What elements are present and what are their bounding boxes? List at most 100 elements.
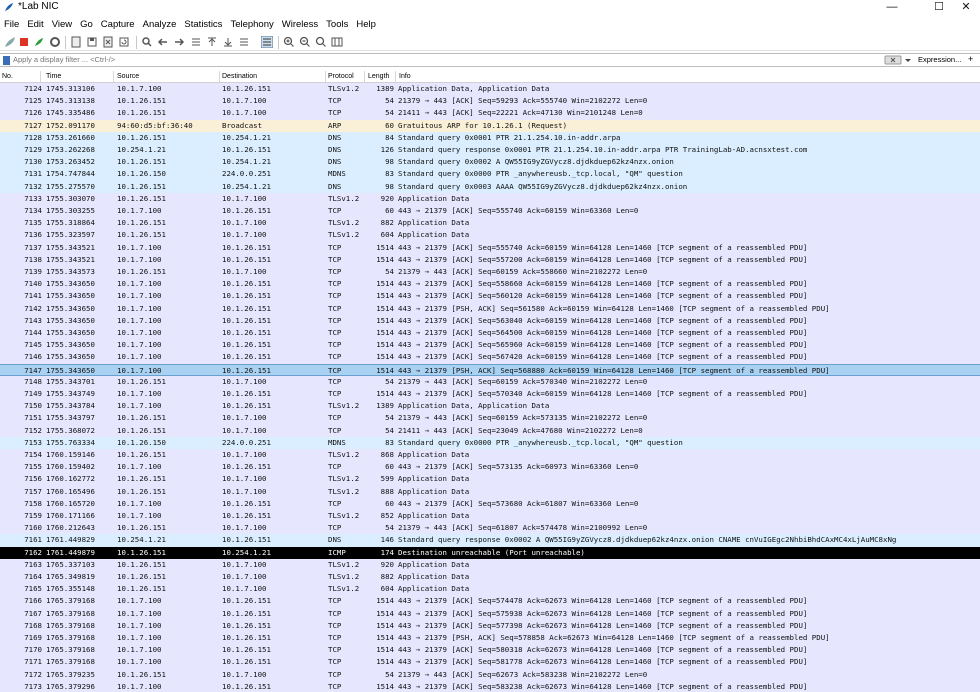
packet-row[interactable]: 7170 1765.379168 10.1.7.100 10.1.26.151 TCP 1… bbox=[0, 644, 980, 657]
go-first-icon[interactable] bbox=[206, 36, 218, 48]
go-to-packet-icon[interactable] bbox=[190, 36, 202, 48]
packet-row[interactable]: 7131 1754.747844 10.1.26.150 224.0.0.251 MDN… bbox=[0, 168, 980, 181]
packet-row[interactable]: 7134 1755.303255 10.1.7.100 10.1.26.151 TCP 6… bbox=[0, 205, 980, 218]
menu-help[interactable]: Help bbox=[352, 17, 380, 33]
display-filter-input[interactable] bbox=[13, 54, 883, 66]
menu-statistics[interactable]: Statistics bbox=[180, 17, 226, 33]
close-button[interactable]: ✕ bbox=[953, 0, 979, 15]
packet-row[interactable]: 7135 1755.318864 10.1.26.151 10.1.7.100 TLSv… bbox=[0, 217, 980, 230]
packet-row[interactable]: 7166 1765.379168 10.1.7.100 10.1.26.151 TCP 1… bbox=[0, 595, 980, 608]
minimize-button[interactable]: — bbox=[879, 0, 905, 15]
packet-row[interactable]: 7161 1761.449829 10.254.1.21 10.1.26.151 DNS… bbox=[0, 534, 980, 547]
packet-row[interactable]: 7138 1755.343521 10.1.7.100 10.1.26.151 TCP 1… bbox=[0, 253, 980, 266]
zoom-in-icon[interactable] bbox=[283, 36, 295, 48]
packet-row[interactable]: 7168 1765.379168 10.1.7.100 10.1.26.151 TCP 1… bbox=[0, 619, 980, 632]
packet-row[interactable]: 7137 1755.343521 10.1.7.100 10.1.26.151 TCP 1… bbox=[0, 241, 980, 254]
packet-row[interactable]: 7149 1755.343749 10.1.7.100 10.1.26.151 TCP 1… bbox=[0, 388, 980, 401]
packet-row[interactable]: 7151 1755.343797 10.1.26.151 10.1.7.100 TCP 5… bbox=[0, 412, 980, 425]
packet-row[interactable]: 7142 1755.343650 10.1.7.100 10.1.26.151 TCP 1… bbox=[0, 302, 980, 315]
packet-row[interactable]: 7172 1765.379235 10.1.26.151 10.1.7.100 TCP 5… bbox=[0, 668, 980, 681]
menu-go[interactable]: Go bbox=[76, 17, 97, 33]
packet-row[interactable]: 7145 1755.343650 10.1.7.100 10.1.26.151 TCP 1… bbox=[0, 339, 980, 352]
packet-row[interactable]: 7171 1765.379168 10.1.7.100 10.1.26.151 TCP 1… bbox=[0, 656, 980, 669]
zoom-normal-icon[interactable] bbox=[315, 36, 327, 48]
packet-row[interactable]: 7167 1765.379168 10.1.7.100 10.1.26.151 TCP 1… bbox=[0, 607, 980, 620]
go-last-icon[interactable] bbox=[222, 36, 234, 48]
column-info[interactable]: Info bbox=[399, 72, 411, 81]
zoom-out-icon[interactable] bbox=[299, 36, 311, 48]
menu-analyze[interactable]: Analyze bbox=[139, 17, 181, 33]
packet-row[interactable]: 7155 1760.159402 10.1.7.100 10.1.26.151 TCP 6… bbox=[0, 461, 980, 474]
autoscroll-icon[interactable] bbox=[238, 36, 250, 48]
packet-row[interactable]: 7148 1755.343701 10.1.26.151 10.1.7.100 TCP 5… bbox=[0, 375, 980, 388]
reload-icon[interactable] bbox=[118, 36, 130, 48]
packet-row[interactable]: 7124 1745.313106 10.1.7.100 10.1.26.151 TLSv… bbox=[0, 83, 980, 96]
restart-icon[interactable] bbox=[33, 36, 45, 48]
clear-filter-icon[interactable] bbox=[884, 55, 902, 65]
packet-row[interactable]: 7146 1755.343650 10.1.7.100 10.1.26.151 TCP 1… bbox=[0, 351, 980, 364]
packet-row[interactable]: 7153 1755.763334 10.1.26.150 224.0.0.251 MDN… bbox=[0, 436, 980, 449]
packet-row[interactable]: 7144 1755.343650 10.1.7.100 10.1.26.151 TCP 1… bbox=[0, 327, 980, 340]
open-file-icon[interactable] bbox=[70, 36, 82, 48]
packet-row[interactable]: 7150 1755.343784 10.1.7.100 10.1.26.151 TLSv… bbox=[0, 400, 980, 413]
find-icon[interactable] bbox=[141, 36, 153, 48]
packet-row[interactable]: 7130 1753.263452 10.1.26.151 10.254.1.21 DNS… bbox=[0, 156, 980, 169]
column-protocol[interactable]: Protocol bbox=[328, 72, 354, 81]
packet-row[interactable]: 7152 1755.368072 10.1.26.151 10.1.7.100 TCP 5… bbox=[0, 424, 980, 437]
expression-button[interactable]: Expression... bbox=[918, 54, 961, 66]
menu-file[interactable]: File bbox=[0, 17, 23, 33]
packet-row[interactable]: 7157 1760.165496 10.1.26.151 10.1.7.100 TLSv… bbox=[0, 485, 980, 498]
column-length[interactable]: Length bbox=[368, 72, 389, 81]
save-file-icon[interactable] bbox=[86, 36, 98, 48]
column-destination[interactable]: Destination bbox=[222, 72, 257, 81]
packet-row[interactable]: 7136 1755.323597 10.1.26.151 10.1.7.100 TLSv… bbox=[0, 229, 980, 242]
packet-row[interactable]: 7143 1755.343650 10.1.7.100 10.1.26.151 TCP 1… bbox=[0, 314, 980, 327]
packet-row[interactable]: 7126 1745.335486 10.1.26.151 10.1.7.100 TCP 5… bbox=[0, 107, 980, 120]
maximize-button[interactable]: ☐ bbox=[926, 0, 952, 15]
packet-row[interactable]: 7132 1755.275570 10.1.26.151 10.254.1.21 DNS… bbox=[0, 180, 980, 193]
packet-row[interactable]: 7156 1760.162772 10.1.26.151 10.1.7.100 TLSv… bbox=[0, 473, 980, 486]
column-time[interactable]: Time bbox=[46, 72, 61, 81]
packet-row[interactable]: 7164 1765.349819 10.1.26.151 10.1.7.100 TLSv… bbox=[0, 571, 980, 584]
menu-view[interactable]: View bbox=[48, 17, 76, 33]
packet-row[interactable]: 7139 1755.343573 10.1.26.151 10.1.7.100 TCP 5… bbox=[0, 266, 980, 279]
packet-row[interactable]: 7125 1745.313138 10.1.26.151 10.1.7.100 TCP 5… bbox=[0, 95, 980, 108]
packet-row[interactable]: 7141 1755.343650 10.1.7.100 10.1.26.151 TCP 1… bbox=[0, 290, 980, 303]
packet-row[interactable]: 7158 1760.165720 10.1.7.100 10.1.26.151 TCP 6… bbox=[0, 497, 980, 510]
column-divider[interactable] bbox=[40, 71, 41, 82]
go-back-icon[interactable] bbox=[157, 36, 169, 48]
menu-capture[interactable]: Capture bbox=[97, 17, 139, 33]
packet-row[interactable]: 7133 1755.303070 10.1.26.151 10.1.7.100 TLSv… bbox=[0, 192, 980, 205]
packet-row[interactable]: 7173 1765.379296 10.1.7.100 10.1.26.151 TCP 1… bbox=[0, 680, 980, 692]
packet-row-selected[interactable]: 7147 1755.343650 10.1.7.100 10.1.26.151 TCP 1… bbox=[0, 363, 980, 376]
packet-row[interactable]: 7165 1765.355148 10.1.26.151 10.1.7.100 TLSv… bbox=[0, 583, 980, 596]
resize-columns-icon[interactable] bbox=[331, 36, 343, 48]
close-file-icon[interactable] bbox=[102, 36, 114, 48]
shark-fin-start-icon[interactable] bbox=[4, 36, 16, 48]
menu-wireless[interactable]: Wireless bbox=[278, 17, 322, 33]
menu-telephony[interactable]: Telephony bbox=[226, 17, 277, 33]
packet-row[interactable]: 7159 1760.171166 10.1.7.100 10.1.26.151 TLSv… bbox=[0, 510, 980, 523]
column-divider[interactable] bbox=[113, 71, 114, 82]
column-divider[interactable] bbox=[395, 71, 396, 82]
bookmark-icon[interactable] bbox=[3, 56, 10, 65]
packet-row[interactable]: 7162 1761.449879 10.1.26.151 10.254.1.21 ICM… bbox=[0, 546, 980, 559]
filter-dropdown-icon[interactable] bbox=[904, 55, 912, 65]
options-gear-icon[interactable] bbox=[49, 36, 61, 48]
packet-row[interactable]: 7129 1753.262268 10.254.1.21 10.1.26.151 DNS… bbox=[0, 144, 980, 157]
packet-row[interactable]: 7154 1760.159146 10.1.26.151 10.1.7.100 TLSv… bbox=[0, 449, 980, 462]
column-divider[interactable] bbox=[219, 71, 220, 82]
colorize-icon[interactable] bbox=[261, 36, 273, 48]
packet-row[interactable]: 7140 1755.343650 10.1.7.100 10.1.26.151 TCP 1… bbox=[0, 278, 980, 291]
packet-row[interactable]: 7160 1760.212643 10.1.26.151 10.1.7.100 TCP 5… bbox=[0, 522, 980, 535]
column-source[interactable]: Source bbox=[117, 72, 139, 81]
packet-row[interactable]: 7163 1765.337103 10.1.26.151 10.1.7.100 TLSv… bbox=[0, 558, 980, 571]
packet-row[interactable]: 7128 1753.261660 10.1.26.151 10.254.1.21 DNS… bbox=[0, 131, 980, 144]
column-divider[interactable] bbox=[325, 71, 326, 82]
packet-row[interactable]: 7169 1765.379168 10.1.7.100 10.1.26.151 TCP 1… bbox=[0, 632, 980, 645]
column-no[interactable]: No. bbox=[2, 72, 13, 81]
menu-edit[interactable]: Edit bbox=[23, 17, 47, 33]
add-filter-button[interactable]: + bbox=[968, 54, 973, 65]
stop-icon[interactable] bbox=[18, 36, 30, 48]
column-divider[interactable] bbox=[364, 71, 365, 82]
